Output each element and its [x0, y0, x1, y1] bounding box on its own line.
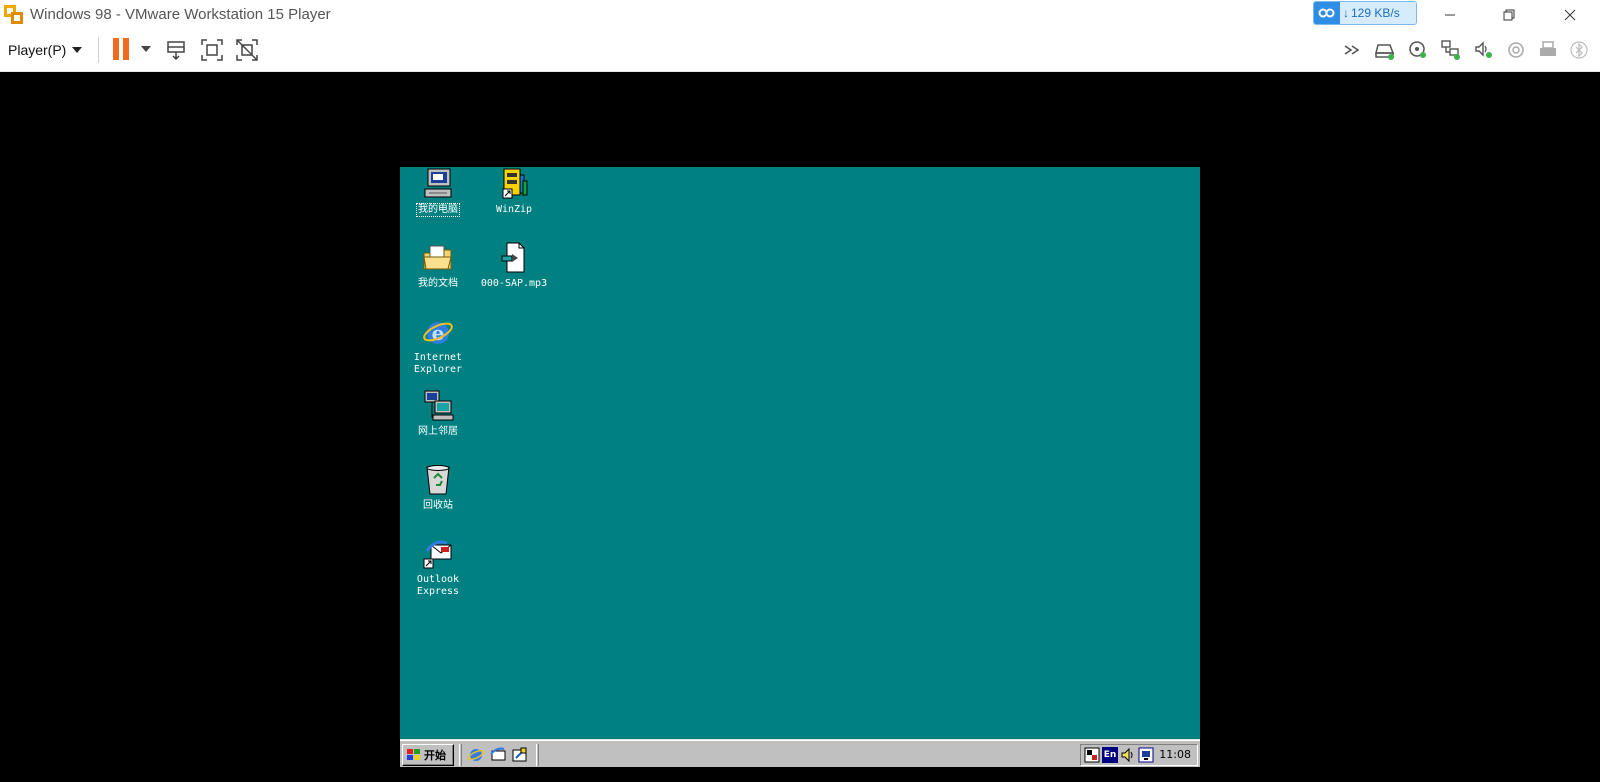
hard-disk-icon [1375, 44, 1395, 60]
quicklaunch-show-desktop-button[interactable] [511, 746, 529, 764]
desktop-icon-recycle-bin[interactable]: 回收站 [400, 463, 476, 512]
restore-icon [1503, 9, 1515, 20]
unity-button[interactable] [234, 37, 260, 63]
network-neighborhood-icon [421, 389, 455, 423]
network-adapter-icon [1441, 40, 1460, 60]
full-screen-button[interactable] [199, 37, 225, 63]
quicklaunch-ie-button[interactable] [467, 746, 485, 764]
mp3-file-icon [497, 241, 531, 275]
player-toolbar: Player(P) [0, 29, 1600, 72]
desktop-icon-label: 回收站 [423, 500, 453, 511]
power-menu-chevron-icon[interactable] [141, 46, 151, 52]
windows-logo-icon [407, 749, 420, 760]
bluetooth-button[interactable] [1568, 39, 1590, 61]
internet-explorer-icon [467, 749, 485, 761]
vm-guest-screen[interactable]: 我的电脑 WinZip 我的文档 000-SAP.mp3 e Internet … [400, 167, 1200, 767]
cd-dvd-icon [1409, 41, 1426, 58]
cd-dvd-button[interactable] [1407, 39, 1429, 61]
close-icon [1564, 9, 1576, 20]
speaker-icon [1475, 41, 1492, 58]
desktop-icon-mp3-file[interactable]: 000-SAP.mp3 [476, 241, 552, 290]
send-keys-icon [167, 41, 185, 61]
desktop-icon-my-documents[interactable]: 我的文档 [400, 241, 476, 290]
chevron-down-icon [72, 47, 83, 53]
show-desktop-icon [512, 747, 527, 762]
webcam-icon [1508, 42, 1524, 58]
printer-icon [1540, 41, 1556, 56]
netspeed-value: 129 KB/s [1351, 6, 1400, 20]
desktop-icon-network-neighborhood[interactable]: 网上邻居 [400, 389, 476, 438]
title-bar: Windows 98 - VMware Workstation 15 Playe… [0, 0, 1600, 29]
clock[interactable]: 11:08 [1159, 748, 1191, 761]
camera-button[interactable] [1505, 39, 1527, 61]
start-button[interactable]: 开始 [402, 744, 454, 766]
desktop-icon-label: 我的文档 [418, 278, 458, 289]
desktop-icon-label: 000-SAP.mp3 [480, 278, 548, 289]
desktop-icon-outlook-express[interactable]: Outlook Express [400, 537, 476, 598]
cloud-icon [1314, 2, 1340, 24]
minimize-button[interactable] [1427, 0, 1473, 29]
fullscreen-icon [201, 39, 223, 61]
network-adapter-button[interactable] [1440, 39, 1462, 61]
bluetooth-icon [1570, 41, 1588, 59]
system-tray: En 11:08 [1080, 744, 1198, 766]
desktop-icon-my-computer[interactable]: 我的电脑 [400, 167, 476, 217]
send-ctrl-alt-del-button[interactable] [164, 37, 190, 63]
netspeed-widget[interactable]: ↓ 129 KB/s [1313, 1, 1417, 25]
network-status-icon[interactable] [1138, 747, 1154, 763]
desktop-icon-label: 我的电脑 [416, 203, 460, 217]
desktop-icon-label: 网上邻居 [418, 426, 458, 437]
window-title: Windows 98 - VMware Workstation 15 Playe… [30, 6, 331, 23]
printer-button[interactable] [1537, 39, 1559, 61]
double-chevron-right-icon [1344, 45, 1360, 55]
player-menu-button[interactable]: Player(P) [8, 39, 83, 61]
internet-explorer-icon: e [421, 315, 455, 349]
winzip-icon [497, 167, 531, 201]
restore-button[interactable] [1486, 0, 1532, 29]
desktop-icon-winzip[interactable]: WinZip [476, 167, 552, 216]
my-documents-icon [421, 241, 455, 275]
more-devices-button[interactable] [1342, 39, 1364, 61]
toolbar-grip[interactable] [459, 744, 462, 766]
vmware-logo-icon [4, 4, 24, 25]
desktop-icon-label: Internet Explorer [413, 352, 463, 375]
download-arrow-icon: ↓ [1343, 6, 1349, 20]
ime-icon[interactable] [1084, 747, 1100, 763]
taskbar: 开始 En 11:08 [400, 739, 1200, 767]
language-indicator[interactable]: En [1102, 747, 1118, 763]
player-menu-label: Player(P) [8, 42, 67, 58]
outlook-express-icon [421, 537, 455, 571]
desktop-icon-label: Outlook Express [416, 574, 460, 597]
pause-icon [113, 38, 119, 60]
hard-disk-button[interactable] [1374, 39, 1396, 61]
desktop-icon-internet-explorer[interactable]: e Internet Explorer [400, 315, 476, 376]
pause-button[interactable] [112, 38, 134, 62]
language-label: En [1103, 750, 1117, 760]
toolbar-divider [98, 37, 99, 63]
desktop-icon-label: WinZip [495, 204, 533, 215]
toolbar-grip[interactable] [536, 744, 539, 766]
recycle-bin-icon [421, 463, 455, 497]
quicklaunch-outlook-button[interactable] [489, 746, 507, 764]
start-label: 开始 [424, 749, 446, 762]
outlook-express-icon [490, 747, 506, 761]
close-button[interactable] [1547, 0, 1593, 29]
volume-icon[interactable] [1120, 747, 1136, 763]
minimize-icon [1445, 14, 1455, 15]
unity-mode-icon [236, 39, 258, 61]
my-computer-icon [421, 167, 455, 201]
sound-card-button[interactable] [1473, 39, 1495, 61]
